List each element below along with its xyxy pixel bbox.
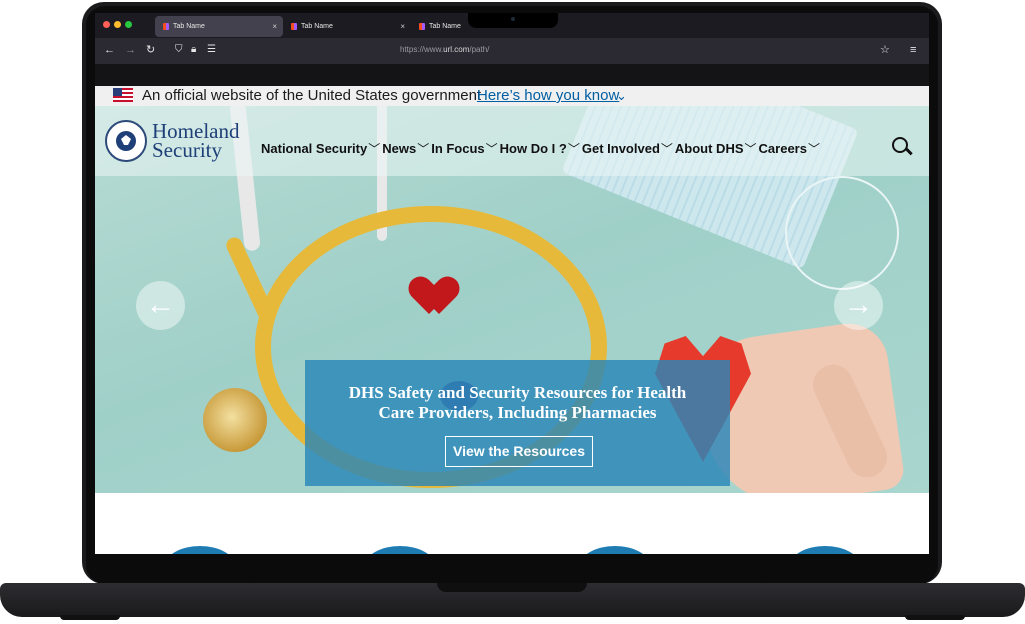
site-header: Homeland Security National Security﹀ New… — [95, 106, 929, 176]
nav-how-do-i[interactable]: How Do I ?﹀ — [500, 140, 580, 157]
menu-icon[interactable]: ≡ — [910, 44, 916, 56]
figma-icon — [291, 23, 297, 30]
bookmark-star-icon[interactable]: ☆ — [880, 44, 890, 56]
feature-circle[interactable] — [580, 546, 650, 554]
figma-icon — [163, 23, 169, 30]
laptop-foot — [60, 615, 120, 620]
site-logo-text[interactable]: Homeland Security — [152, 121, 239, 161]
forward-icon[interactable]: → — [125, 44, 136, 56]
camera-notch — [468, 13, 558, 28]
chevron-down-icon: ﹀ — [807, 142, 820, 156]
browser-tab[interactable]: Tab Name × — [155, 16, 283, 37]
browser-spacer — [95, 64, 929, 86]
feature-circle[interactable] — [365, 546, 435, 554]
gov-banner: An official website of the United States… — [95, 86, 929, 106]
tab-label: Tab Name — [429, 23, 461, 30]
minimize-window-button[interactable] — [114, 21, 121, 28]
hero-caption: DHS Safety and Security Resources for He… — [305, 360, 730, 486]
camera-icon — [511, 17, 515, 21]
content-area — [95, 493, 929, 554]
shield-icon[interactable]: ⛉ — [175, 44, 183, 56]
stethoscope-chestpiece-graphic — [203, 388, 267, 452]
chevron-down-icon: ﹀ — [417, 142, 430, 156]
carousel-prev-button[interactable]: ← — [136, 281, 185, 330]
chevron-down-icon: ﹀ — [744, 142, 757, 156]
nav-about-dhs[interactable]: About DHS﹀ — [675, 140, 757, 157]
feature-circle[interactable] — [790, 546, 860, 554]
lock-icon[interactable]: 🔒︎ — [191, 44, 196, 56]
gov-banner-text: An official website of the United States… — [142, 87, 482, 104]
close-tab-icon[interactable]: × — [272, 22, 277, 31]
reload-icon[interactable]: ↻ — [146, 44, 155, 56]
figma-icon — [419, 23, 425, 30]
heart-chocolate-graphic — [419, 278, 463, 320]
tab-label: Tab Name — [301, 23, 333, 30]
laptop-base — [0, 583, 1025, 617]
carousel-next-button[interactable]: → — [834, 281, 883, 330]
permissions-icon[interactable]: ☰ — [207, 44, 216, 56]
feature-circle[interactable] — [165, 546, 235, 554]
back-icon[interactable]: ← — [104, 44, 115, 56]
close-tab-icon[interactable]: × — [400, 22, 405, 31]
mask-strap-graphic — [785, 176, 899, 290]
dhs-seal-logo[interactable] — [105, 120, 147, 162]
tab-label: Tab Name — [173, 23, 205, 30]
browser-toolbar: ← → ↻ ⛉ 🔒︎ ☰ https://www.url.com/path/ ☆… — [95, 38, 929, 64]
close-window-button[interactable] — [103, 21, 110, 28]
nav-news[interactable]: News﹀ — [382, 140, 429, 157]
main-nav: National Security﹀ News﹀ In Focus﹀ How D… — [261, 140, 822, 157]
chevron-down-icon: ﹀ — [660, 142, 673, 156]
nav-national-security[interactable]: National Security﹀ — [261, 140, 380, 157]
browser-tab[interactable]: Tab Name — [411, 16, 471, 37]
chevron-down-icon: ﹀ — [368, 142, 381, 156]
nav-get-involved[interactable]: Get Involved﹀ — [582, 140, 673, 157]
screen: Tab Name × Tab Name × Tab Name ← → ↻ ⛉ 🔒… — [95, 13, 929, 554]
us-flag-icon — [113, 88, 133, 102]
nav-in-focus[interactable]: In Focus﹀ — [431, 140, 497, 157]
search-icon[interactable] — [892, 137, 908, 153]
nav-careers[interactable]: Careers﹀ — [759, 140, 820, 157]
chevron-down-icon: ﹀ — [485, 142, 498, 156]
view-resources-button[interactable]: View the Resources — [445, 436, 593, 467]
hero-title: DHS Safety and Security Resources for He… — [348, 383, 687, 422]
laptop-foot — [905, 615, 965, 620]
url-bar[interactable]: https://www.url.com/path/ — [400, 45, 489, 54]
chevron-down-icon[interactable]: ⌄ — [616, 86, 627, 106]
how-you-know-link[interactable]: Here’s how you know — [477, 86, 619, 106]
chevron-down-icon: ﹀ — [567, 142, 580, 156]
maximize-window-button[interactable] — [125, 21, 132, 28]
browser-tab[interactable]: Tab Name × — [283, 16, 411, 37]
